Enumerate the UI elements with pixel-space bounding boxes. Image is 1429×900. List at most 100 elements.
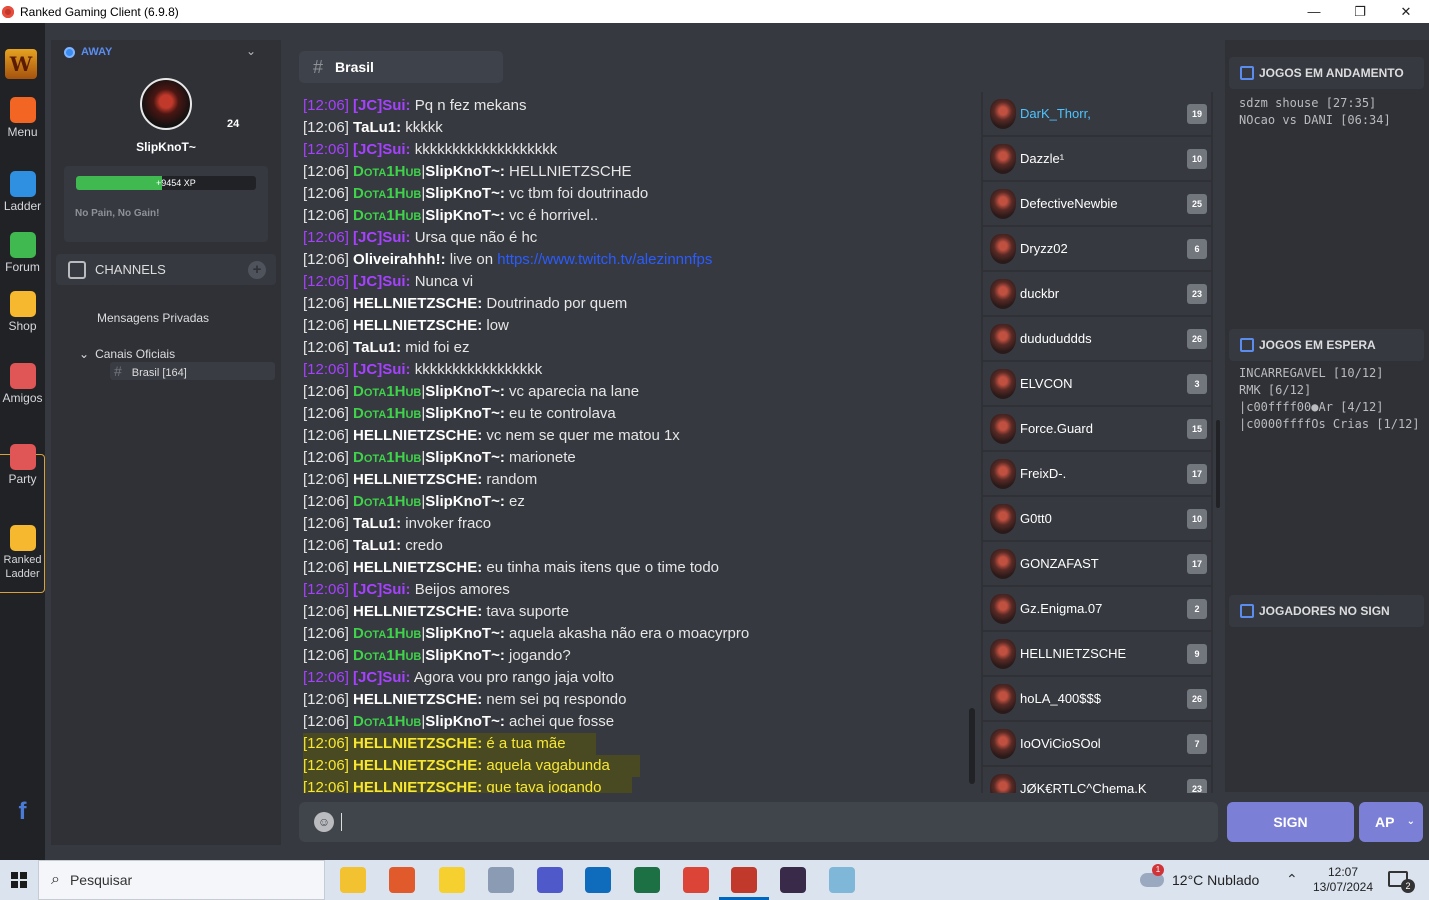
message-author[interactable]: SlipKnoT~: <box>425 647 505 664</box>
clan-tag[interactable]: Dota1Hub <box>353 625 421 642</box>
player-row[interactable]: FreixD-. 17 <box>983 452 1211 495</box>
game-item[interactable]: INCARREGAVEL [10/12] <box>1239 365 1420 382</box>
message-author[interactable]: TaLu1: <box>353 515 401 532</box>
player-row[interactable]: GONZAFAST 17 <box>983 542 1211 585</box>
ap-button[interactable]: AP ⌄ <box>1359 802 1423 842</box>
message-author[interactable]: HELLNIETZSCHE: <box>353 735 482 752</box>
message-author[interactable]: [JC]Sui: <box>353 669 411 686</box>
clan-tag[interactable]: Dota1Hub <box>353 713 421 730</box>
clan-tag[interactable]: Dota1Hub <box>353 207 421 224</box>
player-row[interactable]: DefectiveNewbie 25 <box>983 182 1211 225</box>
player-row[interactable]: Gz.Enigma.07 2 <box>983 587 1211 630</box>
message-author[interactable]: SlipKnoT~: <box>425 207 505 224</box>
message-author[interactable]: HELLNIETZSCHE: <box>353 691 482 708</box>
player-row[interactable]: IoOViCioSOol 7 <box>983 722 1211 765</box>
game-item[interactable]: RMK [6/12] <box>1239 382 1420 399</box>
player-row[interactable]: duckbr 23 <box>983 272 1211 315</box>
message-author[interactable]: [JC]Sui: <box>353 581 411 598</box>
weather-widget[interactable]: 12°C Nublado <box>1140 860 1259 900</box>
chrome-icon[interactable] <box>683 867 709 893</box>
player-row[interactable]: JØK€RTLC^Chema.K 23 <box>983 767 1211 793</box>
warcraft-logo-icon[interactable]: W <box>5 49 37 79</box>
message-author[interactable]: SlipKnoT~: <box>425 383 505 400</box>
excel-icon[interactable] <box>634 867 660 893</box>
maximize-button[interactable]: ❐ <box>1337 0 1383 23</box>
message-author[interactable]: SlipKnoT~: <box>425 185 505 202</box>
notepad-icon[interactable] <box>829 867 855 893</box>
message-author[interactable]: HELLNIETZSCHE: <box>353 779 482 793</box>
emoji-icon[interactable]: ☺ <box>314 812 334 832</box>
notifications-icon[interactable]: 2 <box>1388 871 1415 893</box>
close-button[interactable]: ✕ <box>1383 0 1429 23</box>
file-explorer-icon[interactable] <box>340 867 366 893</box>
game-item[interactable]: |c0000ffffOs Crias [1/12] <box>1239 416 1420 433</box>
message-author[interactable]: [JC]Sui: <box>353 97 411 114</box>
message-author[interactable]: HELLNIETZSCHE: <box>353 427 482 444</box>
start-button[interactable] <box>0 860 38 900</box>
player-row[interactable]: hoLA_400$$$ 26 <box>983 677 1211 720</box>
message-author[interactable]: SlipKnoT~: <box>425 405 505 422</box>
rail-item-party[interactable]: Party <box>0 444 45 486</box>
game-item[interactable]: |c00ffff00●Ar [4/12] <box>1239 399 1420 416</box>
clan-tag[interactable]: Dota1Hub <box>353 449 421 466</box>
message-author[interactable]: Oliveirahhh!: <box>353 251 446 268</box>
rail-item-shop[interactable]: Shop <box>0 291 45 333</box>
rail-item-forum[interactable]: Forum <box>0 232 45 274</box>
message-author[interactable]: HELLNIETZSCHE: <box>353 757 482 774</box>
player-list-scrollbar[interactable] <box>1216 420 1220 508</box>
minimize-button[interactable]: — <box>1291 0 1337 23</box>
status-selector[interactable]: AWAY <box>64 46 112 58</box>
rail-item-ladder[interactable]: Ladder <box>0 171 45 213</box>
warcraft-icon[interactable] <box>780 867 806 893</box>
player-row[interactable]: Dryzz02 6 <box>983 227 1211 270</box>
message-author[interactable]: TaLu1: <box>353 537 401 554</box>
message-author[interactable]: TaLu1: <box>353 339 401 356</box>
player-row[interactable]: DarK_Thorr, 19 <box>983 92 1211 135</box>
paint-icon[interactable] <box>488 867 514 893</box>
player-row[interactable]: HELLNIETZSCHE 9 <box>983 632 1211 675</box>
taskbar-search[interactable]: ⌕ Pesquisar <box>38 860 325 900</box>
private-messages-link[interactable]: Mensagens Privadas <box>97 311 209 325</box>
rail-item-menu[interactable]: Menu <box>0 97 45 139</box>
chevron-down-icon[interactable]: ⌄ <box>246 44 256 58</box>
message-author[interactable]: [JC]Sui: <box>353 361 411 378</box>
chat-scrollbar[interactable] <box>969 708 975 784</box>
player-row[interactable]: Force.Guard 15 <box>983 407 1211 450</box>
game-item[interactable]: NOcao vs DANI [06:34] <box>1239 112 1391 129</box>
clan-tag[interactable]: Dota1Hub <box>353 647 421 664</box>
ranked-client-icon[interactable] <box>719 867 769 900</box>
channel-item-brasil[interactable]: # Brasil [164] <box>110 362 275 380</box>
player-row[interactable]: ELVCON 3 <box>983 362 1211 405</box>
message-author[interactable]: HELLNIETZSCHE: <box>353 603 482 620</box>
message-author[interactable]: HELLNIETZSCHE: <box>353 295 482 312</box>
rail-item-ranked-ladder[interactable]: Ranked Ladder <box>0 525 45 581</box>
show-hidden-icons-button[interactable]: ⌃ <box>1286 871 1298 888</box>
rail-item-amigos[interactable]: Amigos <box>0 363 45 405</box>
message-author[interactable]: SlipKnoT~: <box>425 449 505 466</box>
message-author[interactable]: [JC]Sui: <box>353 229 411 246</box>
player-list[interactable]: DarK_Thorr, 19 Dazzle¹ 10 DefectiveNewbie 25 D… <box>981 92 1213 793</box>
message-author[interactable]: HELLNIETZSCHE: <box>353 317 482 334</box>
add-channel-button[interactable]: + <box>248 261 266 279</box>
sticky-notes-icon[interactable] <box>439 867 465 893</box>
clan-tag[interactable]: Dota1Hub <box>353 383 421 400</box>
player-row[interactable]: Dazzle¹ 10 <box>983 137 1211 180</box>
message-link[interactable]: https://www.twitch.tv/alezinnnfps <box>497 251 712 268</box>
message-author[interactable]: TaLu1: <box>353 119 401 136</box>
avatar[interactable] <box>140 78 192 130</box>
clan-tag[interactable]: Dota1Hub <box>353 493 421 510</box>
teams-icon[interactable] <box>537 867 563 893</box>
clock[interactable]: 12:07 13/07/2024 <box>1306 865 1380 895</box>
message-author[interactable]: HELLNIETZSCHE: <box>353 471 482 488</box>
app-orange-icon[interactable] <box>389 867 415 893</box>
message-author[interactable]: SlipKnoT~: <box>425 713 505 730</box>
message-author[interactable]: [JC]Sui: <box>353 141 411 158</box>
game-item[interactable]: sdzm shouse [27:35] <box>1239 95 1391 112</box>
message-author[interactable]: SlipKnoT~: <box>425 493 505 510</box>
message-author[interactable]: [JC]Sui: <box>353 273 411 290</box>
sign-button[interactable]: SIGN <box>1227 802 1354 842</box>
channel-category[interactable]: ⌄ Canais Oficiais <box>79 347 175 361</box>
message-input[interactable]: ☺ <box>299 802 1218 842</box>
player-row[interactable]: dudududdds 26 <box>983 317 1211 360</box>
clan-tag[interactable]: Dota1Hub <box>353 163 421 180</box>
